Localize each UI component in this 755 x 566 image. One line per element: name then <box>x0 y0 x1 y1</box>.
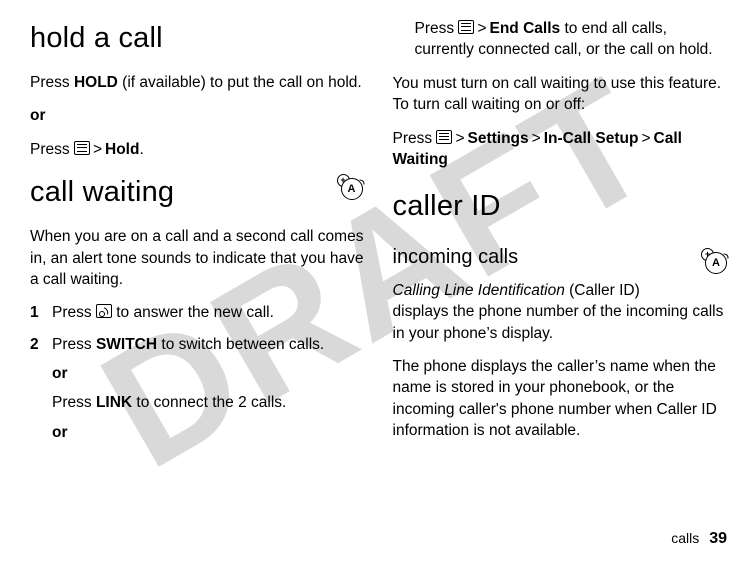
step-text: Press to answer the new call. <box>52 302 365 323</box>
menu-key-icon <box>436 130 452 144</box>
text: to answer the new call. <box>112 304 274 321</box>
key-incall-setup: In-Call Setup <box>544 130 639 147</box>
menu-key-icon <box>458 20 474 34</box>
text: Press <box>393 130 437 147</box>
heading-row: + A incoming calls <box>393 244 728 272</box>
step-number: 2 <box>30 334 52 444</box>
antenna-a-icon: A <box>705 252 727 274</box>
key-link: LINK <box>96 394 132 411</box>
text: to connect the 2 calls. <box>132 394 286 411</box>
send-key-icon <box>96 304 112 318</box>
step-number: 1 <box>30 302 52 323</box>
page-footer: calls 39 <box>671 530 727 548</box>
step2-line1: Press SWITCH to switch between calls. <box>52 334 365 355</box>
or-label: or <box>30 105 365 126</box>
gt-icon: > <box>452 128 467 149</box>
hold-line-1: Press HOLD (if available) to put the cal… <box>30 72 365 93</box>
cli-term: Calling Line Identification <box>393 282 565 299</box>
text: Press <box>415 20 459 37</box>
right-column: Press >End Calls to end all calls, curre… <box>393 18 728 518</box>
left-column: hold a call Press HOLD (if available) to… <box>30 18 365 518</box>
feature-icon: + A <box>701 248 727 280</box>
gt-icon: > <box>474 18 489 39</box>
heading-incoming-calls: incoming calls <box>393 244 728 272</box>
text: Press <box>52 304 96 321</box>
step-1: 1 Press to answer the new call. <box>30 302 365 323</box>
key-settings: Settings <box>468 130 529 147</box>
footer-section: calls <box>671 530 699 546</box>
hold-line-2: Press >Hold. <box>30 139 365 160</box>
heading-call-waiting: call waiting <box>30 172 365 212</box>
incoming-p2: The phone displays the caller’s name whe… <box>393 356 728 442</box>
text: Press <box>30 141 74 158</box>
heading-caller-id: caller ID <box>393 186 728 226</box>
text: Press <box>52 336 96 353</box>
text: (if available) to put the call on hold. <box>118 74 362 91</box>
antenna-a-icon: A <box>341 178 363 200</box>
or-label: or <box>52 363 365 384</box>
gt-icon: > <box>529 128 544 149</box>
step2-line2: Press LINK to connect the 2 calls. <box>52 392 365 413</box>
or-label: or <box>52 422 365 443</box>
network-feature-icon: + A <box>701 248 727 274</box>
text: to switch between calls. <box>157 336 324 353</box>
key-end-calls: End Calls <box>490 20 561 37</box>
key-switch: SWITCH <box>96 336 157 353</box>
feature-icon: + A <box>337 174 363 206</box>
heading-hold-a-call: hold a call <box>30 18 365 58</box>
step-2: 2 Press SWITCH to switch between calls. … <box>30 334 365 444</box>
page-body: hold a call Press HOLD (if available) to… <box>0 0 755 518</box>
gt-icon: > <box>90 139 105 160</box>
incoming-p1: Calling Line Identification (Caller ID) … <box>393 280 728 344</box>
menu-key-icon <box>74 141 90 155</box>
step-text: Press SWITCH to switch between calls. or… <box>52 334 365 444</box>
text: . <box>139 141 143 158</box>
call-waiting-intro: When you are on a call and a second call… <box>30 226 365 290</box>
gt-icon: > <box>638 128 653 149</box>
heading-row: + A call waiting <box>30 172 365 212</box>
footer-page-number: 39 <box>709 530 727 547</box>
menu-path: Press >Settings>In-Call Setup>Call Waiti… <box>393 128 728 171</box>
text: Press <box>52 394 96 411</box>
must-turn-on: You must turn on call waiting to use thi… <box>393 73 728 116</box>
text: Press <box>30 74 74 91</box>
key-hold-menu: Hold <box>105 141 139 158</box>
network-feature-icon: + A <box>337 174 363 200</box>
end-calls-line: Press >End Calls to end all calls, curre… <box>393 18 728 61</box>
key-hold: HOLD <box>74 74 118 91</box>
